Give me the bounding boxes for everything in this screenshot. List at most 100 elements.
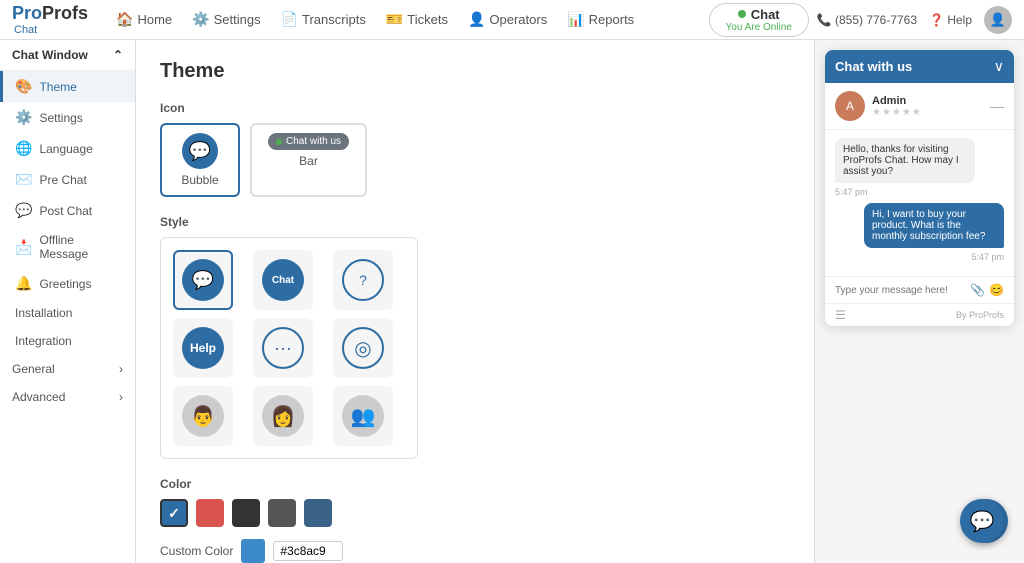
main-layout: Chat Window ⌃ 🎨 Theme ⚙️ Settings 🌐 Lang… (0, 40, 1024, 563)
nav-home[interactable]: 🏠 Home (108, 7, 180, 32)
logo: Pro Profs Chat (12, 3, 88, 36)
greetings-icon: 🔔 (15, 275, 32, 292)
main-content: Theme Icon 💬 Bubble Chat with us Bar Sty… (136, 40, 814, 563)
color-swatch-gray[interactable] (268, 499, 296, 527)
chat-message-input[interactable] (835, 285, 970, 296)
style-option-2[interactable]: Chat (253, 250, 313, 310)
sidebar-item-integration[interactable]: Integration (0, 327, 135, 355)
top-navigation: Pro Profs Chat 🏠 Home ⚙️ Settings 📄 Tran… (0, 0, 1024, 40)
style-section-label: Style (160, 215, 790, 229)
icon-option-bar[interactable]: Chat with us Bar (250, 123, 367, 197)
sidebar-item-post-chat[interactable]: 💬 Post Chat (0, 195, 135, 226)
custom-color-swatch[interactable] (241, 539, 265, 563)
style-chat-text: Chat (262, 259, 304, 301)
admin-info: Admin ★★★★★ (872, 95, 983, 118)
message-time-1: 5:47 pm (835, 187, 1004, 197)
attachment-icon[interactable]: 📎 (970, 283, 985, 297)
bubble-icon: 💬 (182, 133, 218, 169)
phone-number: 📞 (855) 776-7763 (817, 13, 917, 27)
settings-icon: ⚙️ (192, 11, 209, 28)
chat-close-icon[interactable]: — (990, 98, 1004, 114)
chat-minimize-icon[interactable]: ∨ (994, 58, 1004, 75)
sidebar-item-settings[interactable]: ⚙️ Settings (0, 102, 135, 133)
color-swatch-red[interactable] (196, 499, 224, 527)
style-option-6[interactable]: ◎ (333, 318, 393, 378)
language-icon: 🌐 (15, 140, 32, 157)
chat-status-button[interactable]: Chat You Are Online (709, 3, 809, 37)
sidebar-item-theme[interactable]: 🎨 Theme (0, 71, 135, 102)
style-option-5[interactable]: ··· (253, 318, 313, 378)
icon-option-bubble[interactable]: 💬 Bubble (160, 123, 240, 197)
color-swatch-blue[interactable]: ✓ (160, 499, 188, 527)
nav-operators[interactable]: 👤 Operators (460, 7, 555, 32)
style-dots: ··· (262, 327, 304, 369)
admin-stars: ★★★★★ (872, 107, 983, 118)
style-target: ◎ (342, 327, 384, 369)
message-time-2: 5:47 pm (835, 252, 1004, 262)
emoji-icon[interactable]: 😊 (989, 283, 1004, 297)
chat-input-row: 📎 😊 (825, 276, 1014, 303)
color-section-label: Color (160, 477, 790, 491)
chat-footer: ☰ By ProProfs (825, 303, 1014, 326)
custom-color-label: Custom Color (160, 544, 233, 558)
theme-icon: 🎨 (15, 78, 32, 95)
nav-transcripts[interactable]: 📄 Transcripts (273, 7, 374, 32)
color-swatches: ✓ (160, 499, 790, 527)
page-title: Theme (160, 60, 790, 83)
sidebar: Chat Window ⌃ 🎨 Theme ⚙️ Settings 🌐 Lang… (0, 40, 136, 563)
custom-color-input[interactable] (273, 541, 343, 561)
color-swatch-dark[interactable] (232, 499, 260, 527)
logo-profs: Profs (42, 3, 88, 24)
sidebar-item-offline-message[interactable]: 📩 Offline Message (0, 226, 135, 268)
nav-right: 📞 (855) 776-7763 ❓ Help 👤 (817, 6, 1012, 34)
bar-dot (276, 139, 282, 145)
icon-section-label: Icon (160, 101, 790, 115)
icon-selector: 💬 Bubble Chat with us Bar (160, 123, 790, 197)
chat-input-icons: 📎 😊 (970, 283, 1004, 297)
sidebar-item-language[interactable]: 🌐 Language (0, 133, 135, 164)
chat-status-sub: You Are Online (726, 22, 792, 33)
style-help: Help (182, 327, 224, 369)
check-icon: ✓ (168, 505, 180, 522)
help-button[interactable]: ❓ Help (929, 13, 972, 27)
style-option-1[interactable]: 💬 (173, 250, 233, 310)
style-avatar-man: 👨 (182, 395, 224, 437)
floating-chat-button[interactable]: 💬 (960, 499, 1004, 543)
logo-pro: Pro (12, 3, 42, 24)
color-swatch-steel[interactable] (304, 499, 332, 527)
style-option-8[interactable]: 👩 (253, 386, 313, 446)
logo-chat-label: Chat (14, 24, 37, 36)
chevron-icon: ⌃ (113, 48, 123, 62)
pre-chat-icon: ✉️ (15, 171, 32, 188)
chat-header-text: Chat with us (835, 59, 912, 74)
sidebar-item-general[interactable]: General › (0, 355, 135, 383)
style-option-7[interactable]: 👨 (173, 386, 233, 446)
sidebar-section-title[interactable]: Chat Window ⌃ (0, 40, 135, 71)
nav-tickets[interactable]: 🎫 Tickets (378, 7, 456, 32)
sidebar-item-pre-chat[interactable]: ✉️ Pre Chat (0, 164, 135, 195)
chat-admin-row: A Admin ★★★★★ — (825, 83, 1014, 130)
user-avatar[interactable]: 👤 (984, 6, 1012, 34)
sidebar-item-installation[interactable]: Installation (0, 299, 135, 327)
sidebar-item-advanced[interactable]: Advanced › (0, 383, 135, 411)
admin-avatar: A (835, 91, 865, 121)
admin-name: Admin (872, 95, 983, 107)
bar-icon: Chat with us (268, 133, 349, 150)
style-question: ? (342, 259, 384, 301)
style-option-4[interactable]: Help (173, 318, 233, 378)
style-option-9[interactable]: 👥 (333, 386, 393, 446)
sidebar-item-greetings[interactable]: 🔔 Greetings (0, 268, 135, 299)
style-circle-chat: 💬 (182, 259, 224, 301)
style-option-3[interactable]: ? (333, 250, 393, 310)
settings-sidebar-icon: ⚙️ (15, 109, 32, 126)
general-arrow-icon: › (119, 362, 123, 376)
tickets-icon: 🎫 (386, 11, 403, 28)
online-indicator (738, 10, 746, 18)
nav-reports[interactable]: 📊 Reports (559, 7, 642, 32)
nav-settings[interactable]: ⚙️ Settings (184, 7, 268, 32)
style-avatar-woman: 👩 (262, 395, 304, 437)
offline-message-icon: 📩 (15, 239, 32, 256)
outgoing-message-1: Hi, I want to buy your product. What is … (864, 203, 1004, 248)
menu-icon[interactable]: ☰ (835, 308, 846, 322)
custom-color-row: Custom Color (160, 539, 790, 563)
